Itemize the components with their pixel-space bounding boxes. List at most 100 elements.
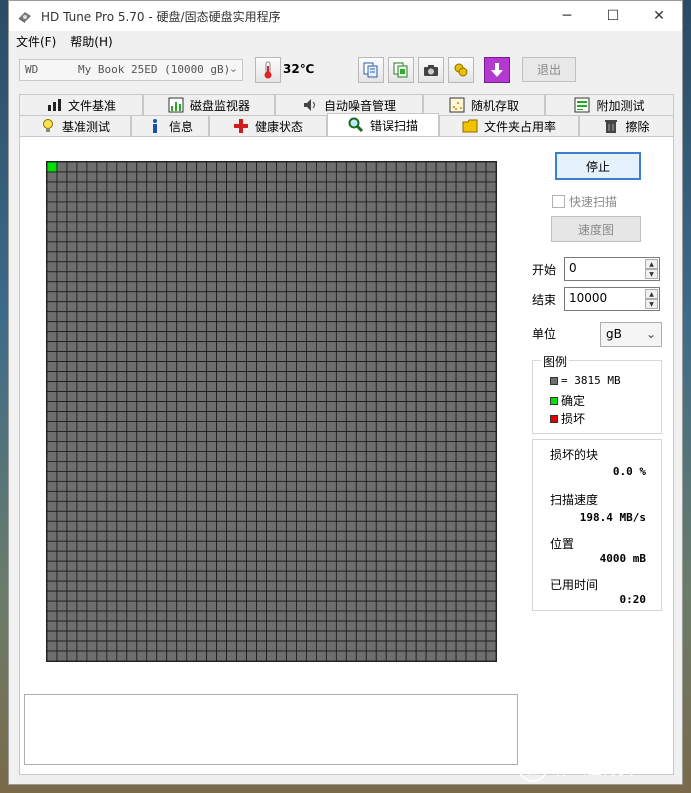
scan-block [216, 530, 227, 542]
scan-block [236, 441, 247, 452]
scan-block [306, 441, 317, 452]
scan-block [96, 431, 108, 442]
close-button[interactable]: ✕ [636, 1, 682, 31]
stop-button[interactable]: 停止 [555, 152, 641, 180]
scan-block [455, 441, 467, 452]
unit-select[interactable]: gB ⌄ [600, 322, 662, 347]
copy-screen-icon[interactable] [388, 57, 414, 83]
scan-block [156, 241, 168, 253]
quick-scan-checkbox[interactable] [552, 195, 565, 208]
scan-block [66, 191, 78, 203]
spin-up-icon[interactable]: ▲ [645, 259, 658, 269]
scan-block [425, 261, 437, 273]
maximize-button[interactable]: ☐ [590, 1, 636, 31]
save-icon[interactable] [448, 57, 474, 83]
scan-block [395, 281, 407, 293]
scan-block [266, 630, 277, 642]
scan-block [395, 171, 407, 183]
scan-block [385, 361, 397, 372]
minimize-button[interactable]: ─ [544, 1, 590, 31]
tab-erase[interactable]: 擦除 [579, 115, 674, 136]
scan-block [236, 162, 247, 173]
scan-block [335, 291, 347, 303]
scan-block [365, 281, 377, 293]
scan-block [66, 451, 78, 462]
tab-random-access[interactable]: 随机存取 [423, 94, 545, 115]
scan-block [56, 291, 68, 303]
scan-block [116, 231, 128, 243]
end-spinbox[interactable]: 10000 ▲ ▼ [564, 287, 660, 311]
tab-noise-management[interactable]: 自动噪音管理 [275, 94, 423, 115]
tab-extra-tests[interactable]: 附加测试 [545, 94, 674, 115]
thermometer-icon[interactable] [255, 57, 281, 83]
scan-block [236, 271, 247, 283]
scan-block [226, 381, 237, 392]
scan-block [156, 231, 168, 243]
download-icon[interactable] [484, 57, 510, 83]
menu-help[interactable]: 帮助(H) [63, 33, 119, 50]
scan-block [86, 361, 98, 372]
scan-block [166, 241, 178, 253]
scan-block [156, 441, 168, 452]
speed-map-button[interactable]: 速度图 [551, 216, 641, 242]
scan-block [325, 580, 337, 592]
scan-block [156, 411, 168, 422]
scan-block [325, 460, 337, 472]
tab-benchmark[interactable]: 基准测试 [19, 115, 131, 136]
scan-block [256, 480, 267, 492]
scan-block [196, 341, 208, 353]
scan-block [166, 500, 178, 512]
scan-block [365, 241, 377, 253]
exit-button[interactable]: 退出 [522, 57, 576, 82]
scan-block [375, 590, 387, 602]
menu-file[interactable]: 文件(F) [9, 33, 63, 50]
scan-block [335, 321, 347, 333]
scan-block [325, 301, 337, 313]
tab-folder-usage[interactable]: 文件夹占用率 [439, 115, 579, 136]
scan-block [186, 301, 198, 313]
scan-block [266, 201, 277, 213]
scan-block [355, 570, 367, 582]
scan-block [96, 321, 108, 333]
tab-disk-monitor[interactable]: 磁盘监视器 [143, 94, 275, 115]
quick-scan-option[interactable]: 快速扫描 [552, 193, 617, 210]
scan-log-area[interactable] [24, 694, 518, 765]
scan-block [435, 540, 447, 552]
camera-icon[interactable] [418, 57, 444, 83]
scan-block [385, 510, 397, 522]
scan-block [66, 441, 78, 452]
scan-block [365, 391, 377, 402]
scan-block [296, 371, 307, 382]
scan-block [425, 460, 437, 472]
tab-error-scan[interactable]: 错误扫描 [327, 113, 439, 136]
spin-down-icon[interactable]: ▼ [645, 269, 658, 279]
scan-block [86, 281, 98, 293]
scan-block [315, 600, 327, 612]
tab-health[interactable]: 健康状态 [209, 115, 327, 136]
scan-block [196, 271, 208, 283]
scan-block [246, 331, 257, 343]
scan-block [465, 191, 477, 203]
scan-block [475, 431, 487, 442]
spin-down-icon[interactable]: ▼ [645, 299, 658, 309]
copy-text-icon[interactable] [358, 57, 384, 83]
scan-block [47, 271, 58, 283]
scan-block [455, 191, 467, 203]
scan-block [395, 441, 407, 452]
spin-up-icon[interactable]: ▲ [645, 289, 658, 299]
scan-block [355, 640, 367, 652]
scan-block [226, 211, 237, 223]
start-spinbox[interactable]: 0 ▲ ▼ [564, 257, 660, 281]
tab-file-benchmark[interactable]: 文件基准 [19, 94, 143, 115]
title-bar[interactable]: HD Tune Pro 5.70 - 硬盘/固态硬盘实用程序 ─ ☐ ✕ [9, 1, 682, 31]
drive-select[interactable]: WD My Book 25ED (10000 gB) ⌄ [19, 59, 243, 81]
scan-block [276, 331, 287, 343]
scan-block [216, 421, 227, 432]
scan-block [126, 171, 138, 183]
scan-block [465, 560, 477, 572]
scan-block [76, 510, 88, 522]
scan-block [126, 480, 138, 492]
scan-block-map [46, 161, 497, 662]
scan-block [395, 221, 407, 233]
tab-info[interactable]: 信息 [131, 115, 209, 136]
